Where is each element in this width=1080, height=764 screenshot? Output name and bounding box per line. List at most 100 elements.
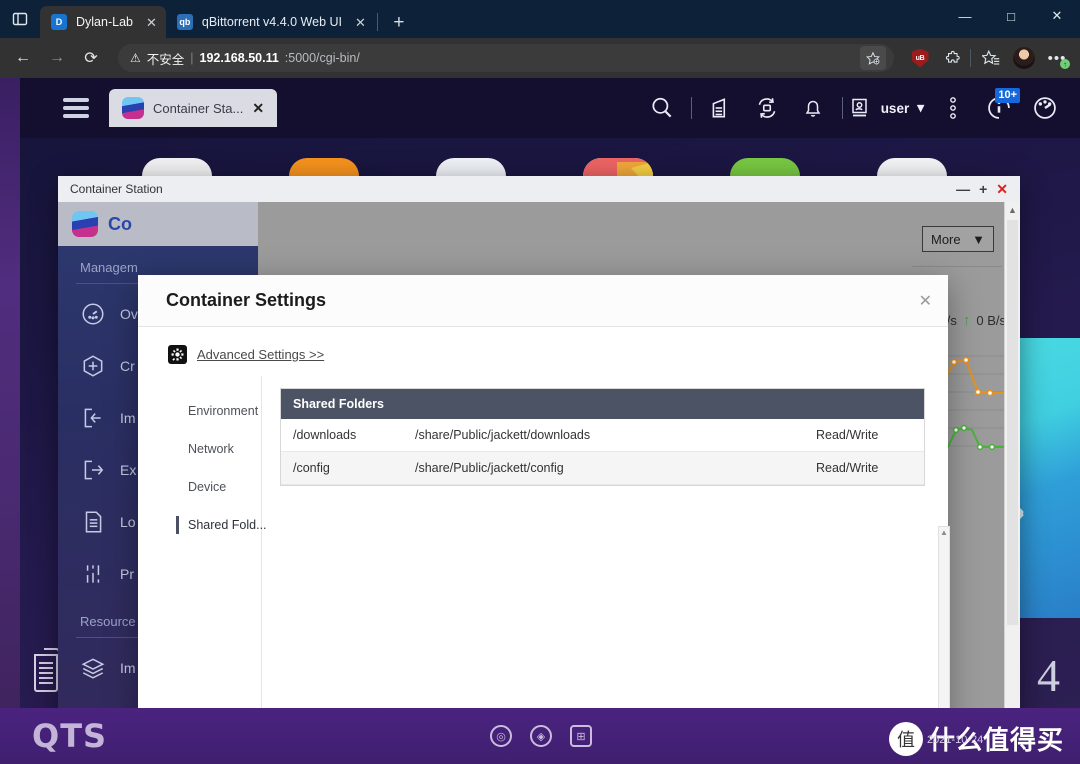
tab-sidebar-button[interactable]	[0, 0, 40, 38]
table-cell-permission: Read/Write	[816, 461, 879, 475]
close-button[interactable]: ✕	[996, 181, 1008, 198]
advanced-settings-row[interactable]: Advanced Settings >>	[138, 327, 948, 376]
file-station-icon[interactable]	[698, 85, 744, 131]
dialog-nav-label: Device	[188, 480, 227, 494]
scroll-up-arrow[interactable]: ▲	[1005, 202, 1020, 218]
qts-taskbar: QTS ◎ ◈ ⊞ 值 什么值得买 2021-10-24	[0, 708, 1080, 764]
container-settings-dialog: Container Settings ✕ Advanced Settings >…	[138, 275, 950, 764]
close-icon[interactable]: ✕	[919, 291, 932, 311]
dialog-body: Environment Network Device Shared Fold..…	[138, 376, 950, 764]
user-menu[interactable]: user ▾	[849, 96, 930, 120]
table-cell-path: /share/Public/jackett/config	[415, 461, 564, 475]
browser-tab-strip: D Dylan-Lab ✕ qb qBittorrent v4.4.0 Web …	[0, 0, 1080, 38]
minimize-button[interactable]: —	[956, 181, 970, 197]
browser-tab-label: qBittorrent v4.4.0 Web UI	[201, 15, 343, 29]
dialog-nav-label: Shared Fold...	[188, 518, 267, 532]
browser-tab-qbittorrent[interactable]: qb qBittorrent v4.4.0 Web UI ✕	[166, 6, 375, 38]
divider: |	[190, 51, 194, 65]
close-icon[interactable]: ✕	[252, 100, 264, 117]
table-row[interactable]: /config /share/Public/jackett/config Rea…	[281, 452, 924, 485]
table-cell-mount: /downloads	[293, 428, 357, 442]
container-station-window-controls: — + ✕	[956, 181, 1014, 198]
dialog-nav-label: Network	[188, 442, 234, 456]
new-tab-button[interactable]: +	[384, 8, 414, 38]
container-station-titlebar[interactable]: Container Station — + ✕	[58, 176, 1020, 202]
extensions-puzzle-icon[interactable]	[938, 43, 968, 73]
container-station-window-title: Container Station	[70, 182, 163, 196]
sidebar-item-label: Ov	[120, 306, 138, 322]
url-host: 192.168.50.11	[199, 51, 279, 65]
chevron-down-icon: ▼	[972, 231, 985, 247]
taskbar-icons: ◎ ◈ ⊞	[490, 725, 592, 747]
browser-tab-dylan-lab[interactable]: D Dylan-Lab ✕	[40, 6, 166, 38]
vertical-dots-icon[interactable]	[930, 85, 976, 131]
search-icon[interactable]	[639, 85, 685, 131]
watermark-date: 2021-10-24	[926, 734, 984, 746]
sidebar-item-label: Im	[120, 660, 136, 676]
watermark: 值 什么值得买 2021-10-24	[888, 720, 1064, 757]
dialog-nav-device[interactable]: Device	[176, 468, 261, 506]
dialog-nav-environment[interactable]: Environment	[176, 392, 261, 430]
sidebar-item-label: Pr	[120, 566, 134, 582]
storage-icon[interactable]: ⊞	[570, 725, 592, 747]
container-station-logo-icon	[72, 211, 98, 237]
images-layers-icon	[81, 658, 105, 679]
qts-app-tab-container-station[interactable]: Container Sta... ✕	[109, 89, 278, 127]
container-station-icon	[122, 97, 144, 119]
security-status-text: 不安全	[146, 52, 185, 67]
scrollbar-thumb[interactable]	[1007, 220, 1018, 625]
table-cell-mount: /config	[293, 461, 330, 475]
url-path: :5000/cgi-bin/	[284, 51, 360, 65]
divider	[841, 97, 843, 119]
dashboard-gauge-icon[interactable]	[1022, 85, 1068, 131]
favorites-star-icon[interactable]	[976, 43, 1006, 73]
avatar	[1013, 47, 1035, 69]
notification-bell-icon[interactable]	[790, 85, 836, 131]
helpdesk-icon[interactable]: ◈	[530, 725, 552, 747]
sidebar-item-label: Ex	[120, 462, 137, 478]
divider	[912, 266, 1002, 267]
info-circle-icon[interactable]: 10+	[976, 85, 1022, 131]
warning-triangle-icon: ⚠	[130, 51, 141, 65]
divider	[690, 97, 692, 119]
create-plus-icon	[83, 355, 103, 377]
scroll-up-arrow[interactable]: ▲	[939, 527, 949, 538]
table-row[interactable]: /downloads /share/Public/jackett/downloa…	[281, 419, 924, 452]
update-indicator-icon: ↑	[1060, 59, 1070, 69]
backup-sync-icon[interactable]	[744, 85, 790, 131]
close-icon[interactable]: ✕	[355, 16, 366, 29]
profile-avatar[interactable]	[1009, 43, 1039, 73]
dylan-lab-favicon-icon: D	[51, 14, 67, 30]
sidebar-item-label: Cr	[120, 358, 135, 374]
browser-window-controls: — □ ✕	[942, 0, 1080, 32]
import-arrow-icon	[84, 408, 101, 428]
ublock-badge: uB	[911, 48, 929, 68]
shared-folders-table: Shared Folders /downloads /share/Public/…	[280, 388, 925, 486]
dialog-nav-network[interactable]: Network	[176, 430, 261, 468]
overview-gauge-icon	[82, 303, 104, 325]
table-header: Shared Folders	[281, 389, 924, 419]
close-button[interactable]: ✕	[1034, 0, 1080, 32]
qbittorrent-favicon-icon: qb	[176, 14, 193, 30]
dialog-nav-shared-folders[interactable]: Shared Fold...	[176, 506, 267, 544]
container-station-brand-label: Co	[108, 213, 132, 234]
back-button[interactable]: ←	[8, 43, 38, 73]
user-card-icon	[851, 98, 867, 117]
star-plus-icon[interactable]	[860, 46, 886, 70]
advanced-settings-link[interactable]: Advanced Settings >>	[197, 347, 324, 362]
browser-tab-label: Dylan-Lab	[76, 15, 133, 29]
cloud-link-icon[interactable]: ◎	[490, 725, 512, 747]
minimize-button[interactable]: —	[942, 0, 988, 32]
maximize-button[interactable]: +	[979, 181, 987, 197]
address-bar[interactable]: ⚠ 不安全 | 192.168.50.11 :5000/cgi-bin/	[118, 44, 894, 72]
wallpaper-number: 4	[1037, 650, 1060, 701]
close-icon[interactable]: ✕	[146, 16, 157, 29]
dialog-nav: Environment Network Device Shared Fold..…	[162, 376, 267, 733]
container-station-scrollbar[interactable]: ▲ ▼	[1004, 202, 1020, 721]
ublock-origin-icon[interactable]: uB	[905, 43, 935, 73]
hamburger-icon[interactable]	[63, 98, 89, 118]
browser-settings-more-button[interactable]: ••• ↑	[1042, 43, 1072, 73]
reload-button[interactable]: ⟳	[76, 43, 106, 73]
more-button[interactable]: More ▼	[922, 226, 994, 252]
maximize-button[interactable]: □	[988, 0, 1034, 32]
